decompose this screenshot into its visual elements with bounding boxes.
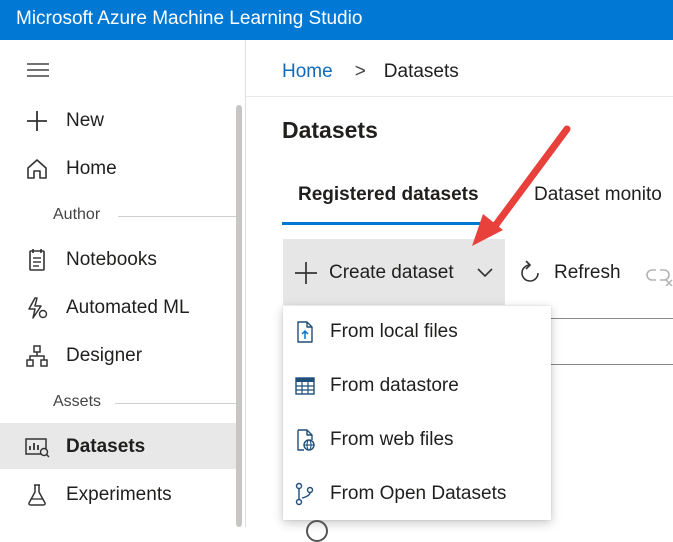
menu-item-label: From local files — [330, 321, 458, 342]
sidebar-item-label: Home — [66, 158, 117, 179]
sidebar-scrollbar[interactable] — [236, 105, 242, 527]
breadcrumb: Home > Datasets — [282, 61, 459, 83]
designer-icon — [24, 343, 50, 369]
web-file-icon — [293, 428, 317, 452]
section-divider — [118, 216, 236, 217]
sidebar-item-designer[interactable]: Designer — [0, 332, 236, 378]
menu-item-from-web-files[interactable]: From web files — [283, 414, 551, 468]
breadcrumb-home-link[interactable]: Home — [282, 61, 333, 82]
section-header-author: Author — [53, 206, 101, 223]
refresh-label: Refresh — [554, 262, 621, 283]
header-divider — [246, 96, 673, 97]
experiments-icon — [24, 482, 50, 508]
sidebar-item-notebooks[interactable]: Notebooks — [0, 236, 236, 282]
plus-icon — [24, 108, 50, 134]
notebook-icon — [24, 247, 50, 273]
plus-icon — [294, 261, 318, 290]
top-bar: Microsoft Azure Machine Learning Studio — [0, 0, 673, 40]
section-divider — [115, 403, 236, 404]
home-icon — [24, 156, 50, 182]
local-file-icon — [293, 320, 317, 344]
breadcrumb-separator: > — [354, 61, 366, 82]
menu-item-from-local-files[interactable]: From local files — [283, 306, 551, 360]
sidebar-item-new[interactable]: New — [0, 97, 236, 143]
datastore-table-icon — [293, 374, 317, 398]
create-dataset-button[interactable]: Create dataset — [283, 239, 505, 305]
refresh-icon — [516, 259, 544, 292]
partial-status-icon — [306, 520, 328, 542]
sidebar-item-label: Designer — [66, 345, 143, 366]
tab-registered-datasets[interactable]: Registered datasets — [298, 184, 479, 206]
automated-ml-icon — [24, 295, 50, 321]
background-table-line — [550, 318, 673, 319]
datasets-icon — [24, 434, 50, 460]
menu-item-from-datastore[interactable]: From datastore — [283, 360, 551, 414]
unregister-link-icon[interactable] — [646, 262, 673, 291]
menu-item-from-open-datasets[interactable]: From Open Datasets — [283, 468, 551, 522]
tab-dataset-monitors[interactable]: Dataset monito — [534, 184, 662, 206]
sidebar-item-home[interactable]: Home — [0, 145, 236, 191]
menu-item-label: From web files — [330, 429, 454, 450]
create-dataset-label: Create dataset — [329, 262, 454, 283]
hamburger-menu-icon[interactable] — [27, 63, 49, 77]
sidebar-item-label: Experiments — [66, 484, 172, 505]
sidebar-item-experiments[interactable]: Experiments — [0, 471, 236, 517]
open-datasets-icon — [293, 482, 317, 506]
page-title: Datasets — [282, 117, 378, 143]
breadcrumb-current: Datasets — [383, 61, 459, 82]
sidebar-item-label: Notebooks — [66, 249, 157, 270]
sidebar-item-label: New — [66, 110, 105, 131]
background-table-line — [550, 364, 673, 365]
sidebar-item-label: Datasets — [66, 436, 146, 457]
sidebar-item-datasets[interactable]: Datasets — [0, 423, 236, 469]
sidebar-item-automated-ml[interactable]: Automated ML — [0, 284, 236, 330]
sidebar-item-label: Automated ML — [66, 297, 190, 318]
menu-item-label: From datastore — [330, 375, 459, 396]
section-header-assets: Assets — [53, 393, 102, 410]
menu-item-label: From Open Datasets — [330, 483, 507, 504]
create-dataset-dropdown: From local files From datastore From web… — [283, 306, 551, 520]
chevron-down-icon — [476, 266, 494, 284]
app-title: Microsoft Azure Machine Learning Studio — [16, 8, 363, 29]
active-tab-indicator — [282, 222, 500, 225]
